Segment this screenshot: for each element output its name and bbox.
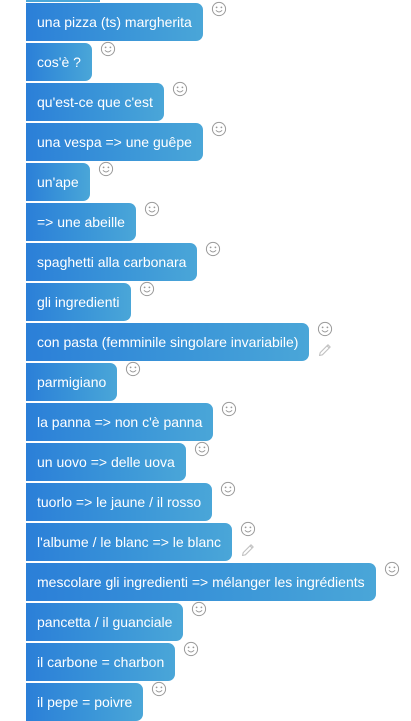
message-bubble[interactable]: spaghetti alla carbonara	[26, 243, 198, 281]
smiley-icon[interactable]	[240, 521, 256, 537]
smiley-icon[interactable]	[144, 201, 160, 217]
pencil-icon[interactable]	[240, 542, 256, 558]
message-bubble[interactable]: con pasta (femminile singolare invariabi…	[26, 323, 310, 361]
message-bubble[interactable]: parmigiano	[26, 363, 118, 401]
message-bubble[interactable]: una pizza (ts) margherita	[26, 3, 203, 41]
smiley-icon[interactable]	[100, 41, 116, 57]
message-bubble[interactable]: il pepe = poivre	[26, 683, 144, 721]
message-bubble[interactable]: un'ape	[26, 163, 90, 201]
message-bubble[interactable]: cos'è ?	[26, 43, 92, 81]
previous-message-edge	[26, 0, 100, 2]
message-bubble[interactable]: la panna => non c'è panna	[26, 403, 214, 441]
smiley-icon[interactable]	[172, 81, 188, 97]
chat-thread: una pizza (ts) margherita cos'è ? qu'est-c…	[0, 0, 411, 721]
message-bubble[interactable]: gli ingredienti	[26, 283, 131, 321]
message-bubble[interactable]: tuorlo => le jaune / il rosso	[26, 483, 213, 521]
message-bubble[interactable]: qu'est-ce que c'est	[26, 83, 164, 121]
smiley-icon[interactable]	[211, 121, 227, 137]
smiley-icon[interactable]	[183, 641, 199, 657]
smiley-icon[interactable]	[205, 241, 221, 257]
message-bubble[interactable]: pancetta / il guanciale	[26, 603, 184, 641]
smiley-icon[interactable]	[384, 561, 400, 577]
smiley-icon[interactable]	[220, 481, 236, 497]
smiley-icon[interactable]	[317, 321, 333, 337]
message-bubble[interactable]: l'albume / le blanc => le blanc	[26, 523, 233, 561]
message-bubble[interactable]: un uovo => delle uova	[26, 443, 186, 481]
pencil-icon[interactable]	[317, 342, 333, 358]
message-bubble[interactable]: mescolare gli ingredienti => mélanger le…	[26, 563, 376, 601]
smiley-icon[interactable]	[98, 161, 114, 177]
message-bubble[interactable]: il carbone = charbon	[26, 643, 176, 681]
message-bubble[interactable]: una vespa => une guêpe	[26, 123, 203, 161]
smiley-icon[interactable]	[211, 1, 227, 17]
message-bubble[interactable]: => une abeille	[26, 203, 136, 241]
smiley-icon[interactable]	[125, 361, 141, 377]
smiley-icon[interactable]	[139, 281, 155, 297]
smiley-icon[interactable]	[151, 681, 167, 697]
smiley-icon[interactable]	[194, 441, 210, 457]
smiley-icon[interactable]	[221, 401, 237, 417]
smiley-icon[interactable]	[191, 601, 207, 617]
